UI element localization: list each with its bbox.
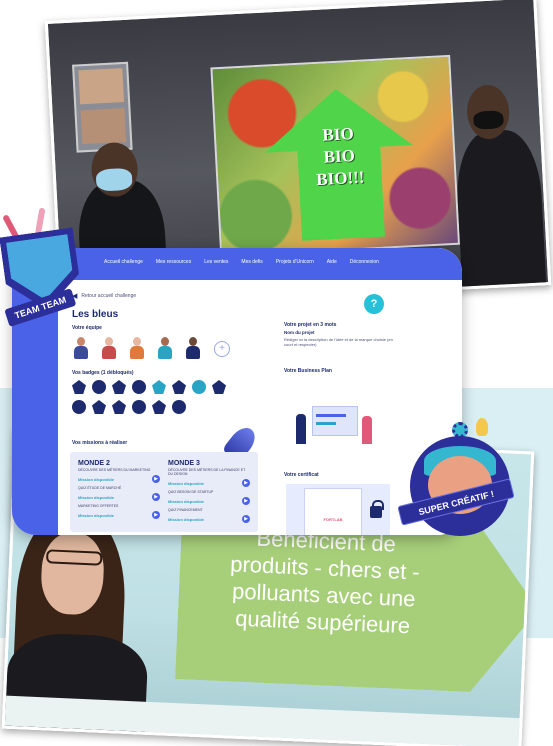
badge-icon <box>152 380 166 394</box>
certificate-title: Votre certificat <box>284 472 319 478</box>
avatar[interactable] <box>158 337 172 359</box>
nav-item-accueil[interactable]: Accueil challenge <box>104 259 143 265</box>
chart-bar <box>316 422 336 425</box>
mission-status: Mission disponible <box>78 476 115 482</box>
mission-world-3: MONDE 3 DÉCOUVRE DES MÉTIERS DE LA FINAN… <box>168 460 250 523</box>
nav-item-projets[interactable]: Projets d'Unicorn <box>276 259 314 265</box>
mission-status: Mission disponible <box>78 512 115 518</box>
badge-icon <box>172 380 186 394</box>
avatar[interactable] <box>74 337 88 359</box>
avatar[interactable] <box>102 337 116 359</box>
mission-row[interactable]: Mission disponible ▶ <box>168 515 250 523</box>
badge-icon <box>72 380 86 394</box>
play-icon[interactable]: ▶ <box>242 515 250 523</box>
mission-row[interactable]: Mission disponible ▶ <box>78 493 160 501</box>
face-mask <box>95 167 133 192</box>
mission-status: Mission disponible <box>168 516 205 522</box>
badges-section-title: Vos badges (1 débloqués) <box>72 370 134 376</box>
nav-item-ressources[interactable]: Mes ressources <box>156 259 191 265</box>
business-plan-title: Votre Business Plan <box>284 368 332 374</box>
chart-board <box>312 406 358 436</box>
nav-items: Accueil challenge Mes ressources Les ven… <box>104 259 379 265</box>
baseboard <box>4 695 526 746</box>
nav-item-deconnexion[interactable]: Déconnexion <box>350 259 379 265</box>
certificate-document: FORTLAB <box>304 488 362 535</box>
mission-label: QUIZ BESOIN DE STARTUP <box>168 490 214 494</box>
play-icon[interactable]: ▶ <box>242 479 250 487</box>
world-title: MONDE 2 <box>78 460 110 467</box>
mission-row[interactable]: Mission disponible ▶ <box>168 479 250 487</box>
add-member-icon[interactable]: + <box>214 341 230 357</box>
nav-item-defis[interactable]: Mes defis <box>241 259 262 265</box>
mission-status: Mission disponible <box>168 498 205 504</box>
mission-row[interactable]: Mission disponible ▶ <box>78 475 160 483</box>
raised-arm <box>35 207 46 235</box>
mission-label: QUIZ FINANCEMENT <box>168 508 203 512</box>
badge-icon <box>92 380 106 394</box>
avatar[interactable] <box>130 337 144 359</box>
badge-icon <box>112 380 126 394</box>
person-figure <box>296 414 306 444</box>
missions-panel: MONDE 2 DÉCOUVRE DES MÉTIERS DU MARKETIN… <box>70 452 258 532</box>
badge-icon <box>92 400 106 414</box>
world-subtitle: DÉCOUVRE DES MÉTIERS DE LA FINANCE ET DU… <box>168 468 246 476</box>
play-icon[interactable]: ▶ <box>152 511 160 519</box>
badge-icon <box>152 400 166 414</box>
mission-status: Mission disponible <box>168 480 205 486</box>
play-icon[interactable]: ▶ <box>242 497 250 505</box>
help-button[interactable]: ? <box>364 294 384 314</box>
badge-icon <box>112 400 126 414</box>
badges-row <box>72 380 226 394</box>
lightbulb-icon <box>476 418 488 436</box>
world-title: MONDE 3 <box>168 460 200 467</box>
project-name[interactable]: Nom du projet <box>284 330 315 335</box>
business-plan-illustration[interactable] <box>296 400 376 456</box>
mission-status: Mission disponible <box>78 494 115 500</box>
wall-photos <box>72 61 133 153</box>
mission-row[interactable]: Mission disponible ▶ <box>78 511 160 519</box>
certificate-panel[interactable]: FORTLAB <box>286 484 390 535</box>
projected-slide-top: BIO BIO BIO!!! <box>210 54 461 258</box>
project-section-title: Votre projet en 3 mots <box>284 322 337 328</box>
mission-world-2: MONDE 2 DÉCOUVRE DES MÉTIERS DU MARKETIN… <box>78 460 160 519</box>
mission-label: MARKETING OFFERTES <box>78 504 119 508</box>
glasses <box>45 549 103 566</box>
missions-section-title: Vos missions à réaliser <box>72 440 128 446</box>
mission-label: QUIZ ÉTUDE DE MARCHÉ <box>78 486 122 490</box>
badge-icon <box>172 400 186 414</box>
back-link-label: Retour accueil challenge <box>81 293 137 299</box>
badge-icon <box>192 380 206 394</box>
presenter-right <box>454 128 547 303</box>
face-mask <box>473 110 504 130</box>
collage: BIO BIO BIO!!! Bénéficient de produits -… <box>0 0 553 746</box>
person-figure <box>362 416 372 444</box>
certificate-logo: FORTLAB <box>323 517 343 522</box>
badge-icon <box>212 380 226 394</box>
badge-icon <box>132 400 146 414</box>
world-subtitle: DÉCOUVRE DES MÉTIERS DU MARKETING <box>78 468 151 472</box>
avatar[interactable] <box>186 337 200 359</box>
badge-icon <box>132 380 146 394</box>
badges-row <box>72 400 186 414</box>
play-icon[interactable]: ▶ <box>152 493 160 501</box>
badge-icon <box>72 400 86 414</box>
slide-text-bottom: Bénéficient de produits - chers et - pol… <box>197 522 451 641</box>
sticker-creatif: SUPER CRÉATIF ! <box>396 416 524 536</box>
main-card: ◀ Retour accueil challenge ? Les bleus V… <box>58 280 450 535</box>
nav-item-ventes[interactable]: Les ventes <box>204 259 228 265</box>
play-icon[interactable]: ▶ <box>152 475 160 483</box>
lock-icon <box>370 500 384 518</box>
team-members: + <box>74 337 230 359</box>
project-description[interactable]: Rédiger ici la description de l'idée et … <box>284 337 394 347</box>
nav-item-aide[interactable]: Aide <box>327 259 337 265</box>
chart-bar <box>316 414 346 417</box>
mission-row[interactable]: Mission disponible ▶ <box>168 497 250 505</box>
